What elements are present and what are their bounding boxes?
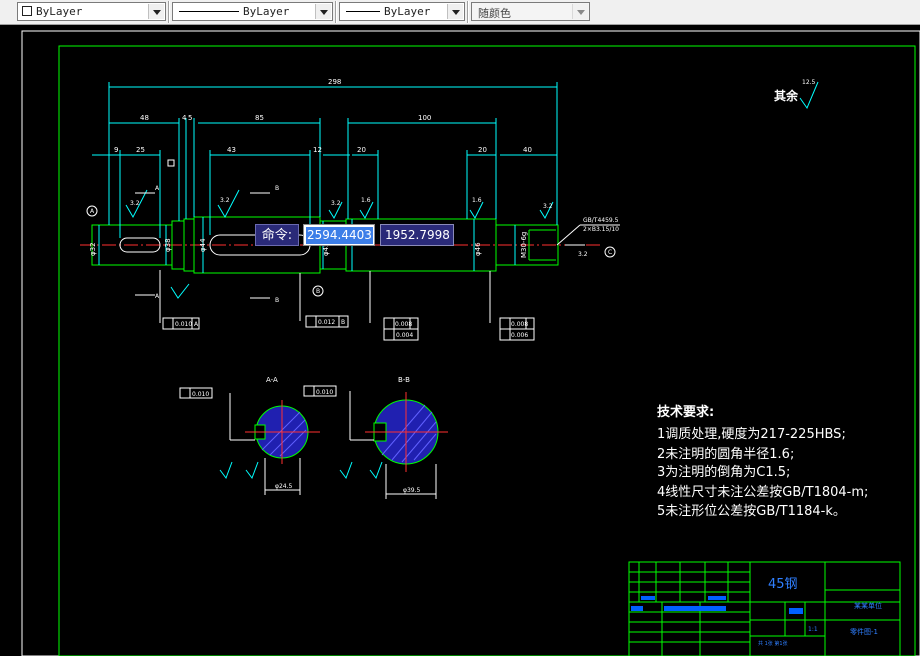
linetype-dropdown[interactable]: ByLayer — [172, 2, 333, 21]
command-prompt-label: 命令: — [255, 224, 299, 246]
tol-frame-c: 0.008 — [395, 321, 412, 328]
datum-circle-c: C — [608, 249, 612, 256]
rough-rest-value: 12.5 — [802, 79, 816, 86]
linetype-sample — [179, 11, 239, 12]
dim-40: 40 — [523, 146, 532, 154]
section-mark-b-top: B — [275, 185, 279, 192]
scale-label: 1:1 — [808, 626, 818, 633]
datum-circle-b: B — [316, 288, 320, 295]
sheet-label: 共 1张 第1张 — [758, 640, 788, 647]
notes-line-4: 4线性尺寸未注公差按GB/T1804-m; — [657, 485, 868, 500]
notes-title: 技术要求: — [657, 404, 714, 420]
shaft-main-view: 298 48 4 5 85 100 9 25 43 12 20 20 40 φ3… — [80, 78, 819, 341]
drawing-canvas[interactable]: 298 48 4 5 85 100 9 25 43 12 20 20 40 φ3… — [0, 25, 920, 656]
dim-12: 12 — [313, 146, 322, 154]
datum-circle-a: A — [90, 208, 95, 215]
chevron-down-icon[interactable] — [148, 4, 164, 19]
dim-25: 25 — [136, 146, 145, 154]
tol-frame-b: 0.012 — [318, 319, 335, 326]
x-coordinate-value: 2594.4403 — [306, 227, 373, 244]
notes-line-5: 5未注形位公差按GB/T1184-k。 — [657, 504, 846, 519]
dim-dia38: φ38 — [164, 238, 172, 252]
rough-e: 1.6 — [472, 197, 482, 204]
rough-b: 3.2 — [220, 197, 230, 204]
properties-toolbar: ByLayer ByLayer ByLayer 随颜色 — [0, 0, 920, 25]
section-dim-b: φ39.5 — [403, 487, 421, 494]
tol-frame-b-datum: B — [341, 319, 345, 326]
tol-frame-a: 0.010 — [175, 321, 192, 328]
lineweight-value: ByLayer — [384, 5, 431, 18]
dim-dia46: φ46 — [474, 242, 482, 256]
dim-100: 100 — [418, 114, 431, 122]
rough-c: 3.2 — [331, 200, 341, 207]
tol-frame-f: 0.006 — [511, 332, 528, 339]
technical-notes: 技术要求: 1调质处理,硬度为217-225HBS; 2未注明的圆角半径1.6;… — [657, 404, 868, 519]
dim-5: 5 — [188, 114, 192, 122]
section-dim-a: φ24.5 — [275, 483, 293, 490]
color-value: ByLayer — [36, 5, 83, 18]
tol-frame-e: 0.008 — [511, 321, 528, 328]
section-mark-a-bottom: A — [155, 293, 160, 300]
dim-85: 85 — [255, 114, 264, 122]
x-coordinate-input[interactable]: 2594.4403 — [303, 224, 375, 246]
toolbar-separator — [467, 1, 469, 23]
rough-f: 3.2 — [543, 203, 553, 210]
rest-roughness-label: 其余 — [774, 88, 799, 103]
drawing-svg: 298 48 4 5 85 100 9 25 43 12 20 20 40 φ3… — [21, 30, 920, 656]
notes-line-3: 3为注明的倒角为C1.5; — [657, 464, 790, 480]
plotstyle-value: 随颜色 — [478, 7, 511, 20]
drawing-number: 零件图-1 — [850, 627, 878, 636]
thread-note-2: 2×B3.15/10 — [583, 226, 619, 233]
rough-a: 3.2 — [130, 200, 140, 207]
chevron-down-icon[interactable] — [315, 4, 331, 19]
toolbar-separator — [335, 1, 337, 23]
material-label: 45钢 — [768, 577, 798, 592]
thread-note-1: GB/T4459.5 — [583, 217, 619, 224]
dim-4: 4 — [182, 114, 187, 122]
section-tol-b: 0.010 — [316, 389, 333, 396]
color-swatch — [22, 6, 32, 16]
plotstyle-dropdown[interactable]: 随颜色 — [471, 2, 590, 21]
linetype-value: ByLayer — [243, 5, 290, 18]
section-mark-b-bottom: B — [275, 297, 279, 304]
lineweight-dropdown[interactable]: ByLayer — [339, 2, 465, 21]
lineweight-sample — [346, 11, 380, 12]
chevron-down-icon[interactable] — [572, 4, 588, 19]
color-dropdown[interactable]: ByLayer — [17, 2, 166, 21]
section-tol-a: 0.010 — [192, 391, 209, 398]
notes-line-2: 2未注明的圆角半径1.6; — [657, 446, 794, 462]
rough-d: 1.6 — [361, 197, 371, 204]
section-aa-title: A-A — [266, 376, 278, 384]
company-label: 某某单位 — [854, 601, 882, 610]
section-mark-a-top: A — [155, 185, 160, 192]
dim-thread: M30-6g — [520, 232, 528, 258]
dim-dia32: φ32 — [89, 242, 97, 256]
dim-overall: 298 — [328, 78, 341, 86]
tol-frame-a-datum: A — [194, 321, 199, 328]
toolbar-separator — [168, 1, 170, 23]
section-bb-title: B-B — [398, 376, 410, 384]
dim-20b: 20 — [478, 146, 487, 154]
y-coordinate-input[interactable]: 1952.7998 — [380, 224, 454, 246]
rough-g: 3.2 — [578, 251, 588, 258]
notes-line-1: 1调质处理,硬度为217-225HBS; — [657, 426, 846, 442]
chevron-down-icon[interactable] — [447, 4, 463, 19]
dim-48: 48 — [140, 114, 149, 122]
dim-43: 43 — [227, 146, 236, 154]
section-views: A-A B-B 0.010 0.010 φ24.5 φ39.5 — [179, 376, 448, 499]
inner-frame — [58, 45, 916, 656]
tol-frame-d: 0.004 — [396, 332, 413, 339]
dim-9: 9 — [114, 146, 118, 154]
dim-20a: 20 — [357, 146, 366, 154]
dim-dia44: φ44 — [199, 238, 207, 252]
